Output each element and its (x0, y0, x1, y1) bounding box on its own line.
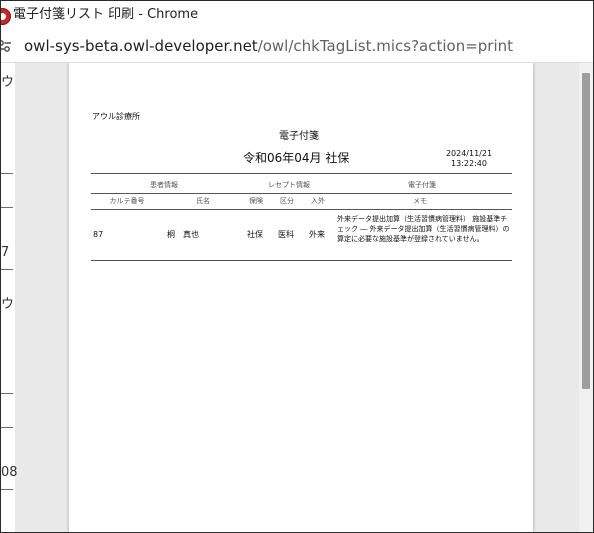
background-divider (1, 393, 13, 394)
group-header-receipt: レセプト情報 (268, 181, 310, 189)
cell-chart-no: 87 (93, 230, 104, 239)
background-divider (1, 173, 13, 174)
document-title: 電子付箋 (279, 131, 319, 142)
url-path: /owl/chkTagList.mics?action=print (257, 37, 514, 55)
background-divider (1, 207, 13, 208)
background-glyph: ウ (1, 297, 15, 312)
column-header-divider (91, 209, 512, 210)
cell-insurance: 社保 (247, 230, 263, 239)
background-divider (1, 427, 13, 428)
table-bottom-rule (91, 260, 512, 261)
app-icon (1, 8, 11, 25)
window-title: 電子付箋リスト 印刷 - Chrome (13, 7, 199, 22)
column-header-chart-no: カルテ番号 (109, 197, 145, 205)
document-subtitle: 令和06年04月 社保 (243, 151, 350, 165)
table-top-rule (91, 173, 512, 174)
header-divider (91, 193, 512, 194)
address-bar[interactable]: owl-sys-beta.owl-developer.net/owl/chkTa… (1, 30, 593, 63)
column-header-name: 氏名 (196, 197, 210, 205)
column-header-in-out: 入外 (311, 197, 325, 205)
url-host: owl-sys-beta.owl-developer.net (24, 37, 258, 55)
background-page-fragment: ウ 7 ウ 08 (1, 63, 18, 532)
print-page: アウル診療所 電子付箋 令和06年04月 社保 2024/11/21 13:22… (69, 63, 533, 532)
print-preview-area: ウ 7 ウ 08 アウル診療所 電子付箋 令和06年04月 社保 2024/11… (1, 63, 593, 532)
print-date: 2024/11/21 (445, 149, 493, 158)
tag-list-document: アウル診療所 電子付箋 令和06年04月 社保 2024/11/21 13:22… (69, 63, 533, 532)
cell-name: 桐 真也 (167, 230, 199, 239)
background-divider (1, 269, 13, 270)
column-header-memo: メモ (413, 197, 427, 205)
title-bar[interactable]: 電子付箋リスト 印刷 - Chrome (1, 1, 593, 30)
browser-window: 電子付箋リスト 印刷 - Chrome owl-sys-beta.owl-dev… (0, 0, 594, 533)
cell-category: 医科 (278, 230, 294, 239)
group-header-tag: 電子付箋 (408, 181, 436, 189)
scrollbar-thumb[interactable] (582, 73, 590, 389)
site-info-icon[interactable] (0, 39, 11, 53)
background-divider (1, 489, 13, 490)
print-time: 13:22:40 (451, 159, 487, 168)
column-header-insurance: 保険 (249, 197, 263, 205)
cell-in-out: 外来 (309, 230, 325, 239)
column-header-category: 区分 (280, 197, 294, 205)
background-glyph: 08 (1, 465, 18, 480)
scrollbar[interactable] (579, 63, 593, 532)
background-glyph: 7 (1, 245, 10, 260)
background-glyph: ウ (1, 75, 15, 90)
clinic-name: アウル診療所 (92, 112, 140, 121)
cell-memo: 外来データ提出加算（生活習慣病管理料） 施設基準チェック ― 外来データ提出加算… (337, 215, 510, 243)
url-field[interactable]: owl-sys-beta.owl-developer.net/owl/chkTa… (24, 37, 513, 55)
group-header-patient: 患者情報 (150, 181, 178, 189)
